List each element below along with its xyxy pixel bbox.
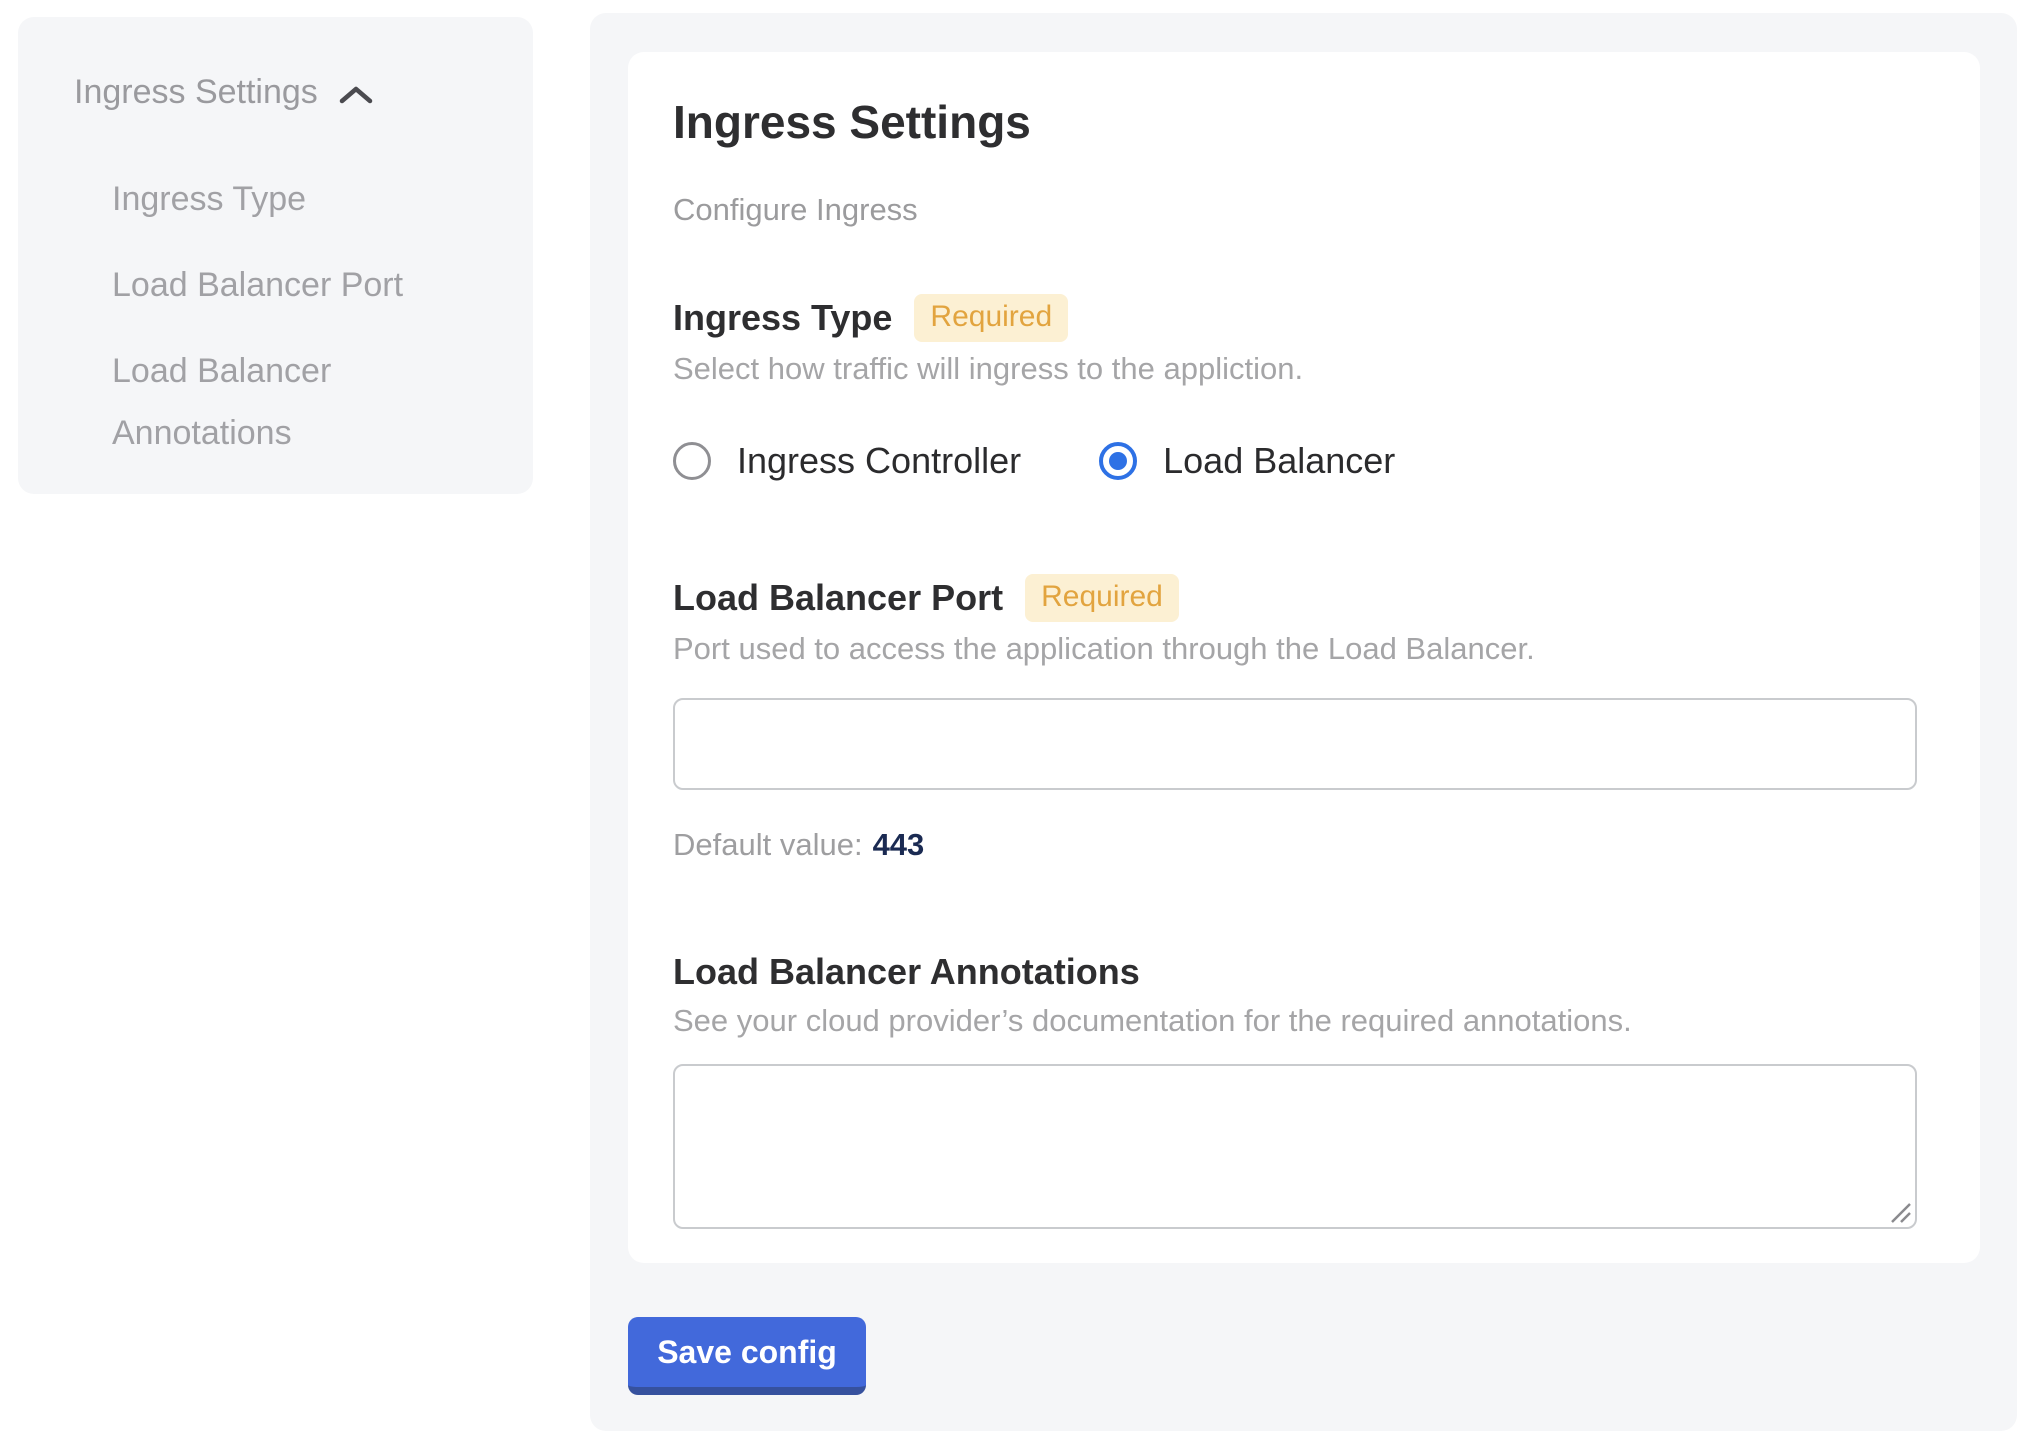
sidebar-nav-list: Ingress Type Load Balancer Port Load Bal… [112,168,493,464]
chevron-up-icon [338,80,374,106]
radio-option-ingress-controller[interactable]: Ingress Controller [673,440,1021,482]
required-badge: Required [1025,574,1179,622]
default-value-line: Default value: 443 [673,826,1935,864]
radio-label-ingress-controller: Ingress Controller [737,440,1021,482]
radio-ingress-controller[interactable] [673,442,711,480]
lb-annotations-heading: Load Balancer Annotations [673,950,1140,994]
lb-annotations-description: See your cloud provider’s documentation … [673,1002,1935,1040]
ingress-settings-card: Ingress Settings Configure Ingress Ingre… [628,52,1980,1263]
load-balancer-annotations-textarea[interactable] [673,1064,1917,1229]
ingress-type-heading: Ingress Type [673,296,892,340]
section-load-balancer-annotations: Load Balancer Annotations See your cloud… [673,950,1935,1229]
settings-sidebar: Ingress Settings Ingress Type Load Balan… [18,17,533,494]
ingress-type-description: Select how traffic will ingress to the a… [673,350,1935,388]
sidebar-section-toggle[interactable]: Ingress Settings [74,73,493,112]
page-subtitle: Configure Ingress [673,192,1935,228]
page-title: Ingress Settings [673,96,1935,148]
sidebar-item-ingress-type[interactable]: Ingress Type [112,168,432,230]
load-balancer-port-input[interactable] [673,698,1917,790]
save-config-button[interactable]: Save config [628,1317,866,1395]
radio-option-load-balancer[interactable]: Load Balancer [1099,440,1395,482]
radio-label-load-balancer: Load Balancer [1163,440,1395,482]
sidebar-section-label: Ingress Settings [74,73,318,112]
sidebar-item-load-balancer-port[interactable]: Load Balancer Port [112,254,432,316]
section-load-balancer-port: Load Balancer Port Required Port used to… [673,574,1935,864]
default-value: 443 [873,827,925,862]
required-badge: Required [914,294,1068,342]
radio-load-balancer[interactable] [1099,442,1137,480]
lb-port-heading: Load Balancer Port [673,576,1003,620]
ingress-type-radio-group: Ingress Controller Load Balancer [673,440,1935,482]
section-ingress-type: Ingress Type Required Select how traffic… [673,294,1935,482]
default-value-prefix: Default value: [673,827,863,862]
sidebar-item-load-balancer-annotations[interactable]: Load Balancer Annotations [112,340,432,464]
main-panel: Ingress Settings Configure Ingress Ingre… [590,13,2017,1431]
lb-annotations-textarea-wrap [673,1064,1917,1229]
resize-handle-icon[interactable] [1888,1200,1912,1224]
lb-port-description: Port used to access the application thro… [673,630,1935,668]
